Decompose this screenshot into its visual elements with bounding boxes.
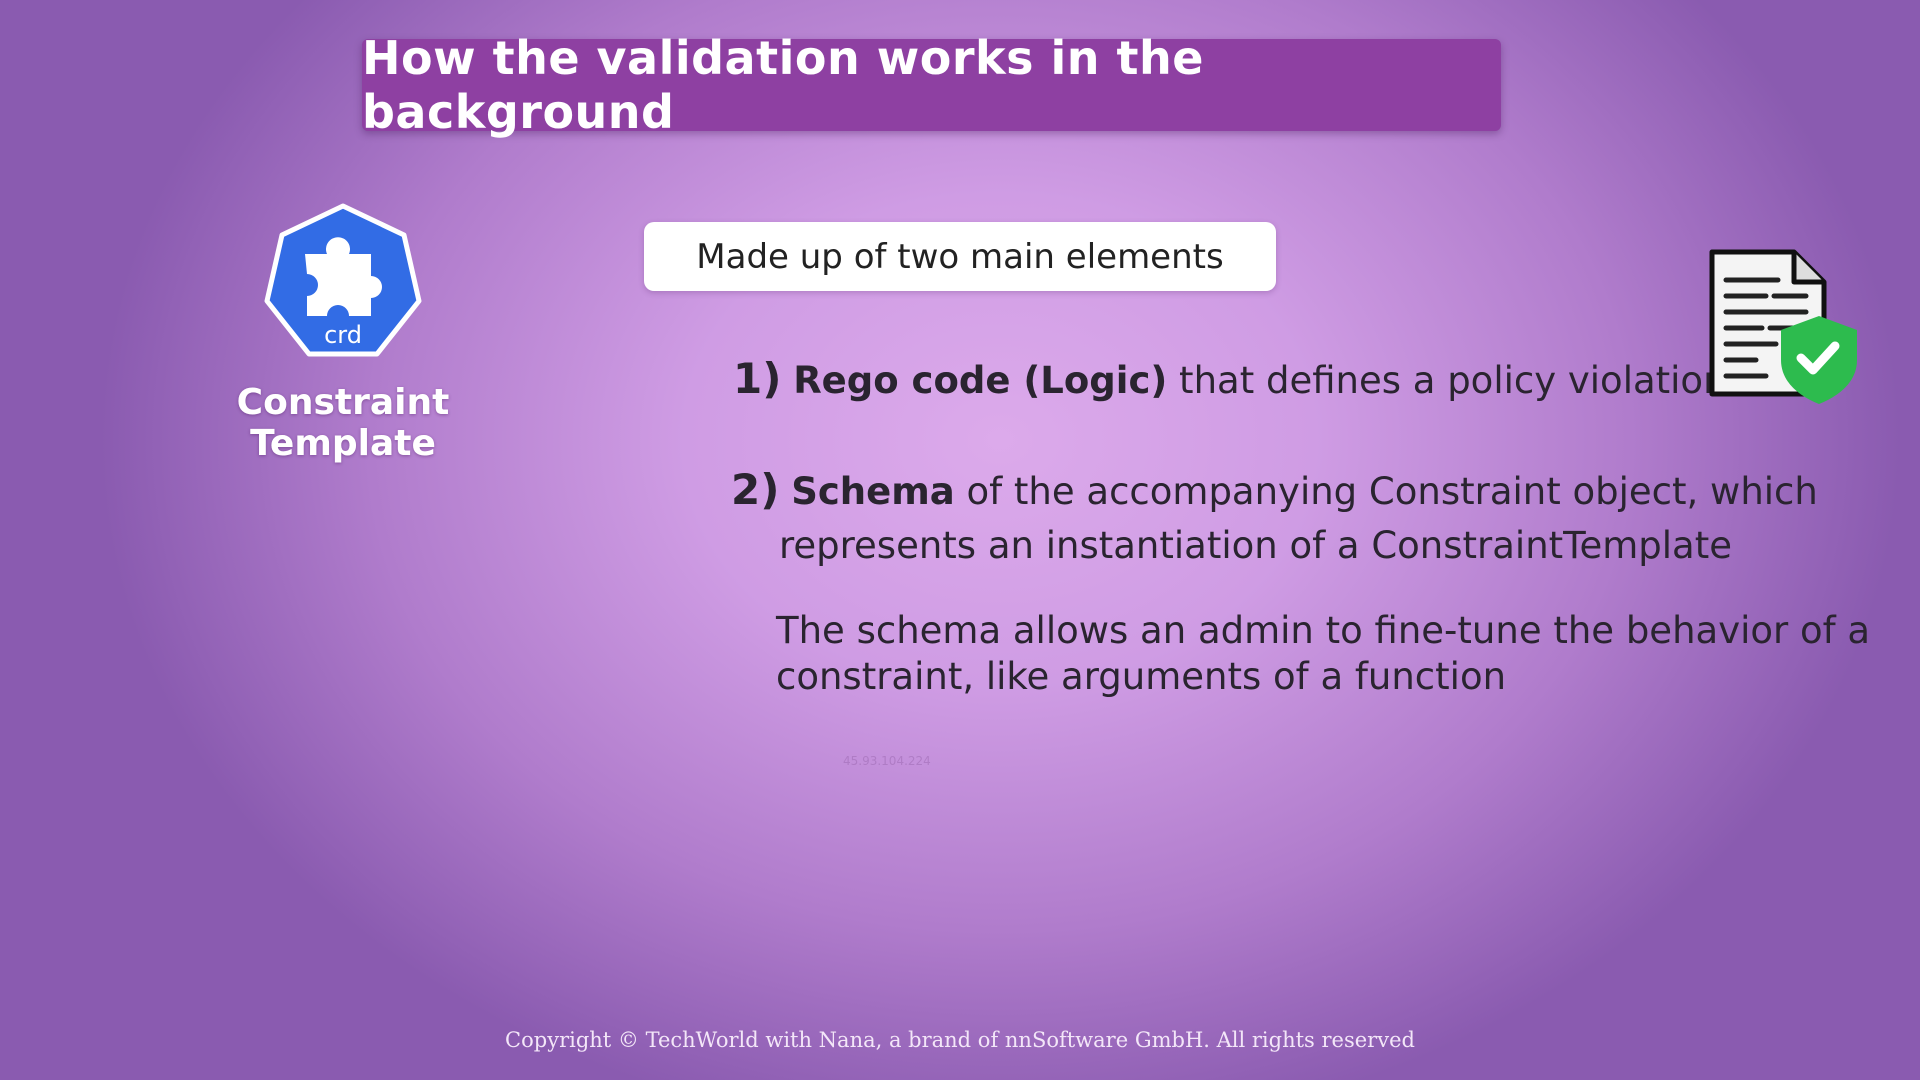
item-text: of the accompanying Constraint object, w… [954, 470, 1818, 513]
item-text: that defines a policy violation [1167, 359, 1727, 402]
paragraph-line-1: The schema allows an admin to fine-tune … [776, 609, 1871, 652]
document-check-icon [1709, 249, 1857, 404]
item-number: 1) [733, 354, 782, 403]
watermark: 45.93.104.224 [843, 754, 931, 768]
item-bold: Rego code (Logic) [793, 359, 1168, 402]
list-item-2-line2: represents an instantiation of a Constra… [779, 524, 1732, 567]
copyright-footer: Copyright © TechWorld with Nana, a brand… [505, 1028, 1415, 1052]
item-number: 2) [731, 465, 780, 514]
paragraph-line-2: constraint, like arguments of a function [776, 655, 1507, 698]
constraint-template-caption: Constraint Template [236, 382, 450, 464]
subtitle-pill: Made up of two main elements [644, 222, 1276, 291]
slide-title-bar: How the validation works in the backgrou… [362, 31, 1501, 139]
item-bold: Schema [791, 470, 955, 513]
list-item-2: 2) Schema of the accompanying Constraint… [731, 465, 1818, 514]
crd-puzzle-icon: crd [264, 203, 422, 357]
pill-text: Made up of two main elements [696, 236, 1224, 277]
slide-title: How the validation works in the backgrou… [362, 31, 1204, 139]
crd-label: crd [324, 321, 362, 349]
list-item-1: 1) Rego code (Logic) that defines a poli… [733, 354, 1727, 403]
